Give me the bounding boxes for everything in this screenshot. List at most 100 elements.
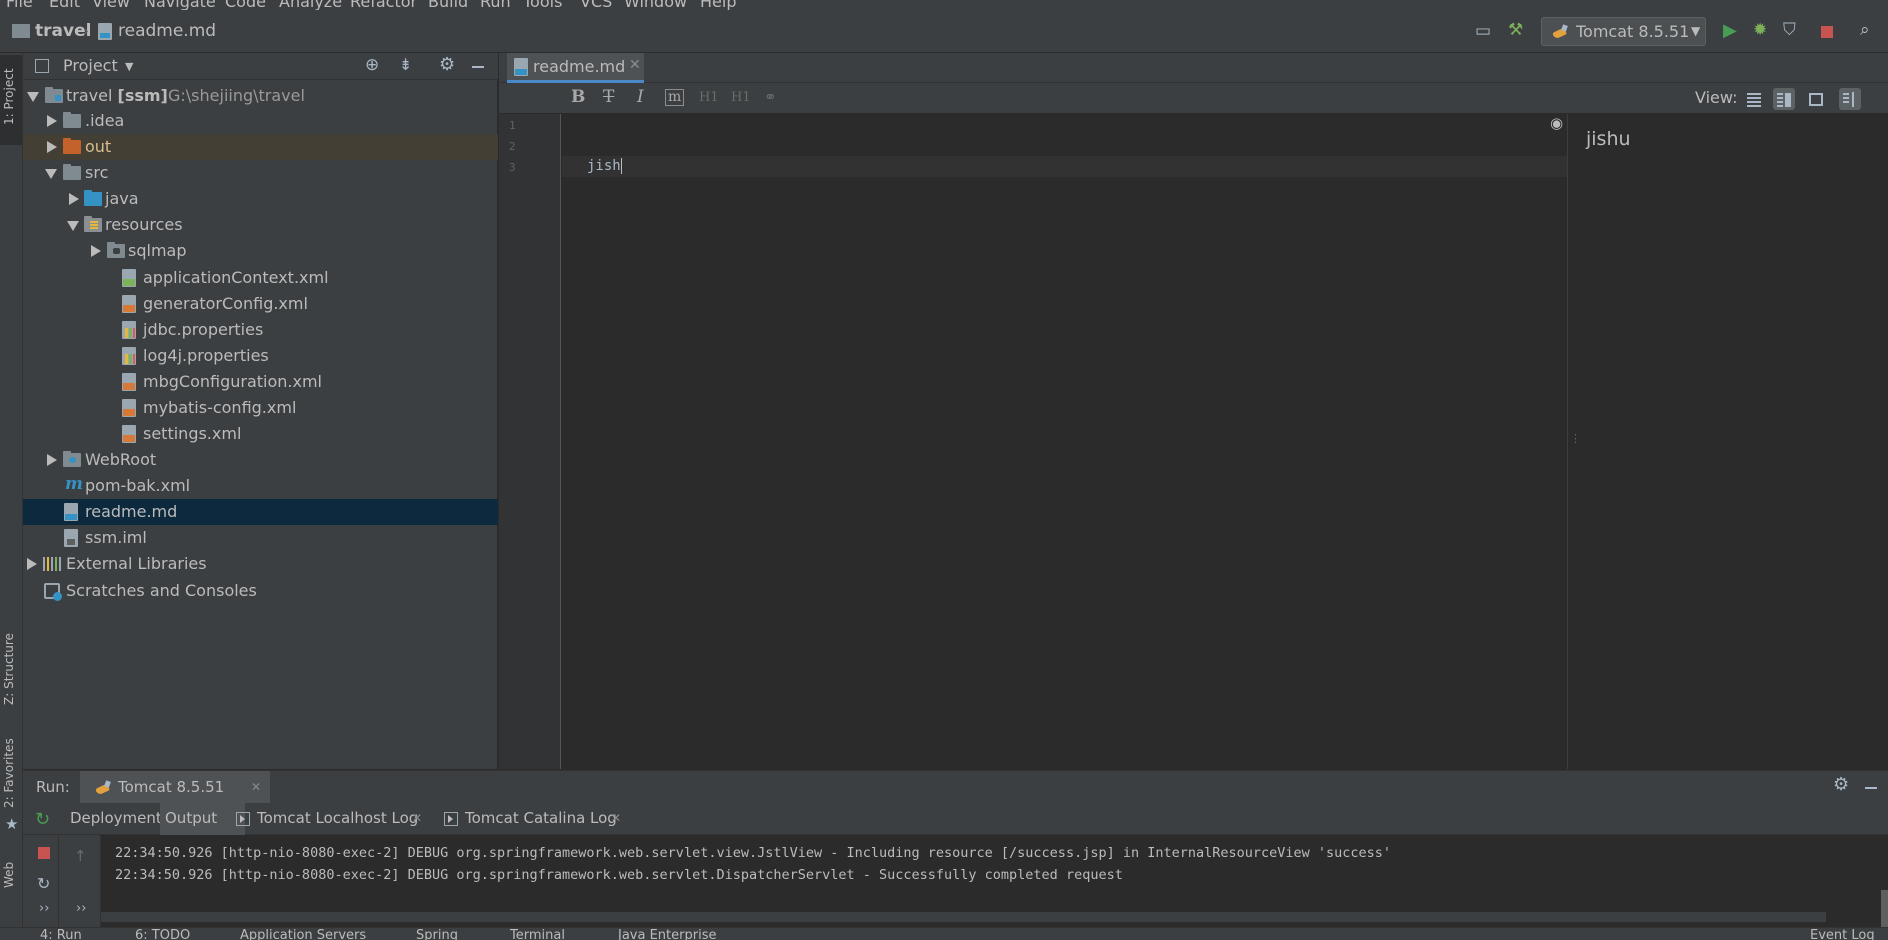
tree-item-src[interactable]: src [23,160,498,186]
minimize-icon[interactable] [472,66,484,68]
editor-only-view-button[interactable] [1743,88,1765,110]
strikethrough-button[interactable]: T [603,87,614,107]
menu-window[interactable]: Window [624,0,687,10]
chevron-down-icon[interactable] [45,169,57,179]
debug-icon[interactable]: ✹ [1753,20,1767,40]
menu-code[interactable]: Code [225,0,266,10]
horizontal-scrollbar[interactable] [101,912,1826,922]
scroll-up-icon[interactable]: ↑ [74,847,87,865]
tree-item-mbgconfiguration[interactable]: mbgConfiguration.xml [23,369,498,395]
bottom-tab-event-log[interactable]: Event Log [1810,928,1875,940]
minimize-icon[interactable] [1865,787,1877,789]
layout-toggle-button[interactable] [1839,88,1861,110]
tree-item-sqlmap[interactable]: sqlmap [23,238,498,264]
menu-refactor[interactable]: Refactor [350,0,417,10]
chevron-right-icon[interactable] [27,558,37,570]
menu-run[interactable]: Run [480,0,511,10]
tree-item-jdbc-properties[interactable]: jdbc.properties [23,317,498,343]
tree-item-applicationcontext[interactable]: applicationContext.xml [23,265,498,291]
bottom-tab-application-servers[interactable]: Application Servers [240,928,366,940]
project-tool-tab[interactable]: 1: Project [2,68,16,125]
chevron-right-icon[interactable] [69,193,79,205]
chevron-down-icon[interactable] [67,221,79,231]
tree-item-log4j-properties[interactable]: log4j.properties [23,343,498,369]
rerun-icon[interactable]: ↻ [35,809,50,830]
preview-only-view-button[interactable] [1805,88,1827,110]
run-icon[interactable]: ▶ [1723,21,1737,41]
eye-icon[interactable]: ◉ [1550,114,1563,132]
bottom-tab-spring[interactable]: Spring [416,928,458,940]
tree-item-resources[interactable]: resources [23,212,498,238]
menu-file[interactable]: File [6,0,33,10]
chevron-right-icon[interactable] [47,115,57,127]
bottom-tab-run[interactable]: 4: Run [40,928,82,940]
markdown-editor[interactable]: jish ◉ [562,114,1567,769]
collapse-all-icon[interactable]: ⇟ [399,55,412,74]
bottom-tab-java-enterprise[interactable]: Java Enterprise [618,928,716,940]
run-config-tab[interactable]: Tomcat 8.5.51 ✕ [80,771,270,804]
coverage-icon[interactable]: ⛉ [1783,20,1796,40]
chevron-down-icon[interactable]: ▼ [125,60,133,73]
tree-item-java[interactable]: java [23,186,498,212]
tree-item-ssm-iml[interactable]: ssm.iml [23,525,498,551]
editor-tab-readme[interactable]: readme.md ✕ [507,53,644,83]
tree-item-scratches[interactable]: Scratches and Consoles [23,578,498,604]
tree-item-external-libraries[interactable]: External Libraries [23,551,498,577]
tree-item-settings[interactable]: settings.xml [23,421,498,447]
chevron-down-icon[interactable] [27,92,39,102]
console-icon[interactable]: ▭ [1475,21,1491,41]
close-icon[interactable]: ✕ [412,811,422,825]
menu-view[interactable]: View [92,0,130,10]
tree-item-pom-bak[interactable]: m pom-bak.xml [23,473,498,499]
bottom-tab-todo[interactable]: 6: TODO [135,928,190,940]
link-icon[interactable]: ⚭ [764,88,777,106]
tab-tomcat-localhost-log[interactable]: Tomcat Localhost Log ✕ [228,803,428,835]
chevron-right-icon[interactable] [47,141,57,153]
favorites-tool-tab[interactable]: 2: Favorites [2,738,16,808]
project-panel-title[interactable]: Project [63,56,118,75]
close-icon[interactable]: ✕ [251,780,261,794]
breadcrumb-project[interactable]: travel [35,21,91,41]
menu-build[interactable]: Build [428,0,468,10]
more-icon[interactable]: ›› [39,901,49,916]
menu-analyze[interactable]: Analyze [279,0,342,10]
more-icon[interactable]: ›› [76,901,86,916]
vertical-scrollbar[interactable] [1881,890,1888,927]
build-hammer-icon[interactable]: ⚒ [1508,20,1523,40]
close-icon[interactable]: ✕ [629,57,641,73]
stop-icon[interactable] [38,847,50,859]
menu-vcs[interactable]: VCS [580,0,612,10]
stop-icon[interactable] [1821,26,1833,38]
locate-target-icon[interactable]: ⊕ [365,55,379,75]
menu-help[interactable]: Help [700,0,736,10]
gear-icon[interactable]: ⚙ [1833,774,1849,795]
italic-button[interactable]: I [637,87,644,107]
split-view-button[interactable] [1773,88,1795,110]
tree-item-out[interactable]: out [23,134,498,160]
tree-item-travel[interactable]: travel [ssm] G:\shejiing\travel [23,83,498,109]
close-icon[interactable]: ✕ [611,811,621,825]
editor-line-3[interactable]: jish [587,158,622,174]
code-button[interactable]: m [665,89,685,106]
run-configuration-selector[interactable]: Tomcat 8.5.51 ▼ [1541,17,1706,46]
bottom-tab-terminal[interactable]: Terminal [510,928,565,940]
splitter-handle-icon[interactable]: ⋮ [1570,432,1581,445]
header-up-button[interactable]: H1 [699,90,719,105]
menu-edit[interactable]: Edit [49,0,80,10]
tab-tomcat-catalina-log[interactable]: Tomcat Catalina Log ✕ [436,803,626,835]
tree-item-webroot[interactable]: WebRoot [23,447,498,473]
menu-tools[interactable]: Tools [523,0,562,10]
search-icon[interactable]: ⌕ [1860,20,1870,40]
restart-icon[interactable]: ↻ [37,874,50,893]
web-tool-tab[interactable]: Web [2,862,16,888]
gear-icon[interactable]: ⚙ [439,54,455,75]
tree-item-mybatis-config[interactable]: mybatis-config.xml [23,395,498,421]
menu-navigate[interactable]: Navigate [144,0,216,10]
bold-button[interactable]: B [571,87,585,107]
tree-item-generatorconfig[interactable]: generatorConfig.xml [23,291,498,317]
chevron-right-icon[interactable] [91,245,101,257]
chevron-right-icon[interactable] [47,454,57,466]
header-down-button[interactable]: H1 [731,90,751,105]
tree-item-idea[interactable]: .idea [23,108,498,134]
structure-tool-tab[interactable]: Z: Structure [2,633,16,705]
